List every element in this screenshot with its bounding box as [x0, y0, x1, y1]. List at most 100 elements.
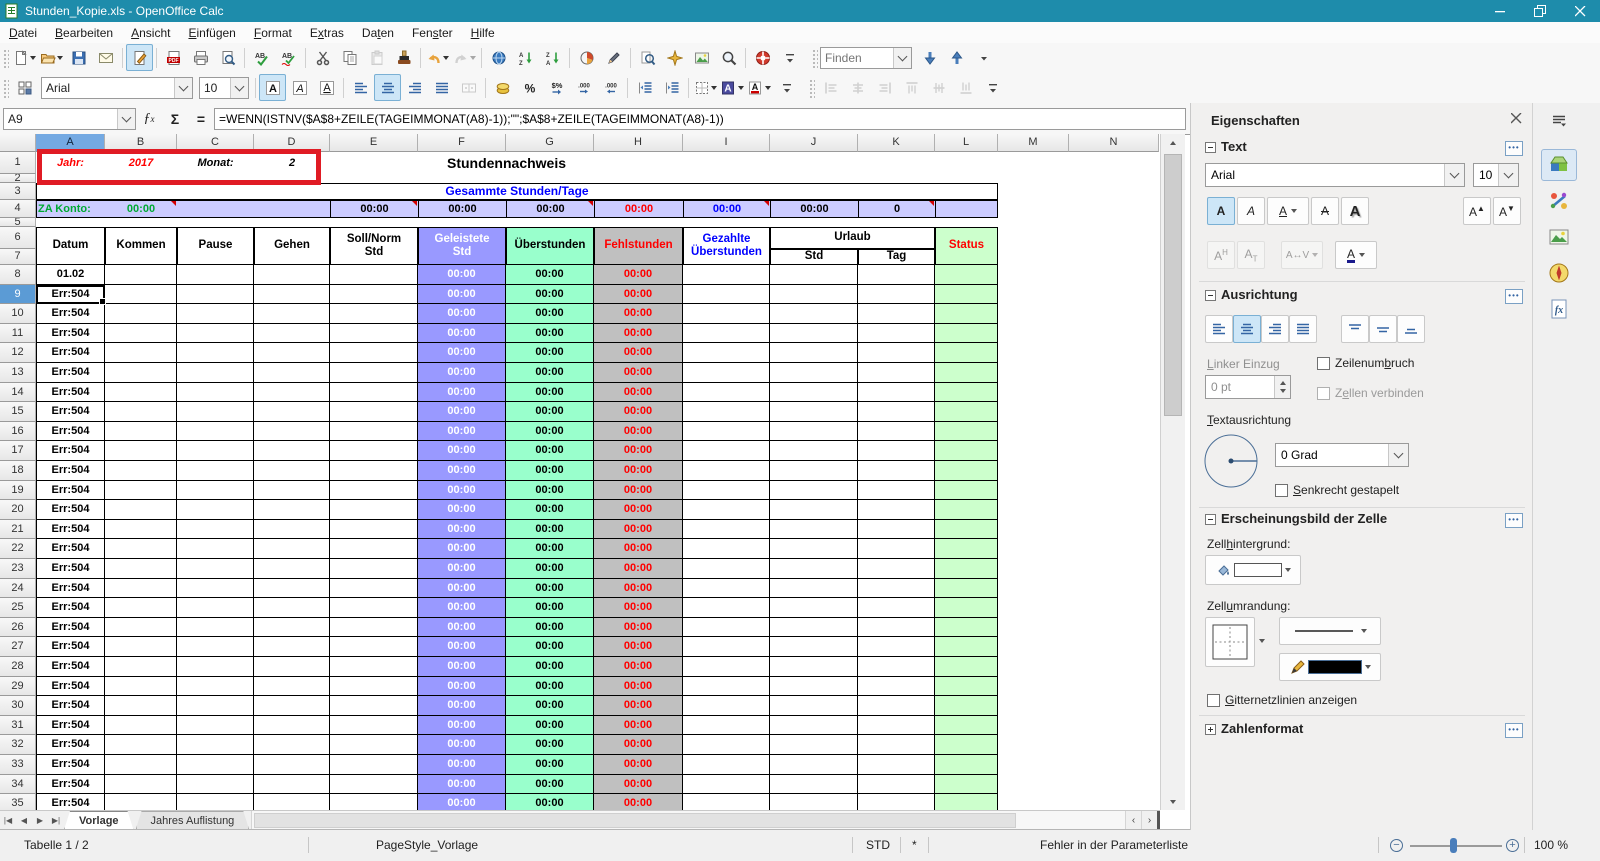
cell-G24[interactable]: 00:00 — [506, 578, 594, 599]
new-document-button[interactable] — [11, 44, 38, 71]
cell-D11[interactable] — [254, 323, 330, 344]
cell-K21[interactable] — [858, 519, 935, 540]
sidebar-shadow-button[interactable]: A — [1341, 197, 1369, 225]
function-wizard-button[interactable]: ƒx — [136, 108, 162, 130]
wrap-text-checkbox[interactable]: Zeilenumbruch — [1317, 356, 1414, 370]
cell-I25[interactable] — [683, 598, 770, 618]
cell-G13[interactable]: 00:00 — [506, 363, 594, 383]
sidebar-strikethrough-button[interactable]: A — [1311, 197, 1339, 225]
cell-F20[interactable]: 00:00 — [418, 500, 506, 520]
cell-H13[interactable]: 00:00 — [594, 363, 683, 383]
cell-A32[interactable]: Err:504 — [36, 735, 105, 755]
gallery-button[interactable] — [688, 44, 715, 71]
header-fehlstunden[interactable]: Fehlstunden — [594, 227, 683, 265]
find-toolbar-handle[interactable] — [811, 47, 818, 68]
cell-E19[interactable] — [330, 480, 418, 501]
restore-button[interactable] — [1520, 0, 1560, 22]
header-ueberstunden[interactable]: Überstunden — [506, 227, 594, 265]
sidebar-align-center-button[interactable] — [1233, 315, 1261, 343]
cell-H22[interactable]: 00:00 — [594, 539, 683, 559]
cell-I29[interactable] — [683, 676, 770, 697]
cell-D34[interactable] — [254, 774, 330, 795]
cell-K14[interactable] — [858, 382, 935, 403]
cell-C8[interactable] — [177, 265, 254, 285]
cell-E25[interactable] — [330, 598, 418, 618]
row-header-11[interactable]: 11 — [0, 323, 36, 344]
header-soll-norm[interactable]: Soll/Norm Std — [330, 227, 418, 265]
cell-A14[interactable]: Err:504 — [36, 382, 105, 403]
cell-F24[interactable]: 00:00 — [418, 578, 506, 599]
indent-input[interactable] — [1206, 376, 1274, 398]
border-preset-dropdown[interactable] — [1259, 639, 1265, 643]
cell-K17[interactable] — [858, 441, 935, 461]
rotation-degrees-input[interactable] — [1276, 448, 1388, 462]
sidebar-menu-button[interactable] — [1541, 109, 1577, 133]
cell-E30[interactable] — [330, 696, 418, 716]
cell-L20[interactable] — [935, 500, 998, 520]
cell-K16[interactable] — [858, 421, 935, 442]
cell-J12[interactable] — [770, 343, 858, 363]
cell-D14[interactable] — [254, 382, 330, 403]
cell-B20[interactable] — [105, 500, 177, 520]
cell-C26[interactable] — [177, 617, 254, 638]
cell-G32[interactable]: 00:00 — [506, 735, 594, 755]
cell-J11[interactable] — [770, 323, 858, 344]
cell-E23[interactable] — [330, 559, 418, 579]
cell-H24[interactable]: 00:00 — [594, 578, 683, 599]
cell-D8[interactable] — [254, 265, 330, 285]
cell-B23[interactable] — [105, 559, 177, 579]
sidebar-italic-button[interactable]: A — [1237, 197, 1265, 225]
cell-G33[interactable]: 00:00 — [506, 755, 594, 775]
cell-F33[interactable]: 00:00 — [418, 755, 506, 775]
cell-E16[interactable] — [330, 421, 418, 442]
cell-J20[interactable] — [770, 500, 858, 520]
cell-F31[interactable]: 00:00 — [418, 715, 506, 736]
cell-L15[interactable] — [935, 402, 998, 422]
center-vertically-button[interactable] — [1369, 315, 1397, 343]
cell-D30[interactable] — [254, 696, 330, 716]
cell-A33[interactable]: Err:504 — [36, 755, 105, 775]
cell-F17[interactable]: 00:00 — [418, 441, 506, 461]
cell-C16[interactable] — [177, 421, 254, 442]
row-header-25[interactable]: 25 — [0, 598, 36, 618]
rotation-dial[interactable] — [1201, 431, 1261, 491]
cell-I14[interactable] — [683, 382, 770, 403]
cell-I34[interactable] — [683, 774, 770, 795]
border-line-style-combo[interactable] — [1279, 617, 1381, 645]
cell-D21[interactable] — [254, 519, 330, 540]
cell-C18[interactable] — [177, 461, 254, 481]
last-sheet-button[interactable]: ▶| — [48, 811, 64, 830]
cell-L28[interactable] — [935, 657, 998, 677]
cell-A10[interactable]: Err:504 — [36, 304, 105, 324]
cell-B21[interactable] — [105, 519, 177, 540]
cell-F30[interactable]: 00:00 — [418, 696, 506, 716]
cell-D20[interactable] — [254, 500, 330, 520]
cell-H8[interactable]: 00:00 — [594, 265, 683, 285]
cell-L14[interactable] — [935, 382, 998, 403]
vertical-scrollbar-thumb[interactable] — [1164, 154, 1182, 416]
cell-I13[interactable] — [683, 363, 770, 383]
cell-C11[interactable] — [177, 323, 254, 344]
cell-F11[interactable]: 00:00 — [418, 323, 506, 344]
delete-decimal-button[interactable]: .000 — [597, 74, 624, 101]
cell-E31[interactable] — [330, 715, 418, 736]
menu-hilfe[interactable]: Hilfe — [462, 24, 504, 42]
cell-L25[interactable] — [935, 598, 998, 618]
cell-F22[interactable]: 00:00 — [418, 539, 506, 559]
row-header-16[interactable]: 16 — [0, 421, 36, 442]
cell-J15[interactable] — [770, 402, 858, 422]
cell-D15[interactable] — [254, 402, 330, 422]
cell-I12[interactable] — [683, 343, 770, 363]
cell-J17[interactable] — [770, 441, 858, 461]
cell-B25[interactable] — [105, 598, 177, 618]
cell-I35[interactable] — [683, 794, 770, 810]
cell-E26[interactable] — [330, 617, 418, 638]
cell-H14[interactable]: 00:00 — [594, 382, 683, 403]
sheet-tab-vorlage[interactable]: Vorlage — [64, 811, 134, 830]
cell-H10[interactable]: 00:00 — [594, 304, 683, 324]
cell-H12[interactable]: 00:00 — [594, 343, 683, 363]
cell-D31[interactable] — [254, 715, 330, 736]
cell-D28[interactable] — [254, 657, 330, 677]
cell-J18[interactable] — [770, 461, 858, 481]
open-file-button[interactable] — [38, 44, 65, 71]
